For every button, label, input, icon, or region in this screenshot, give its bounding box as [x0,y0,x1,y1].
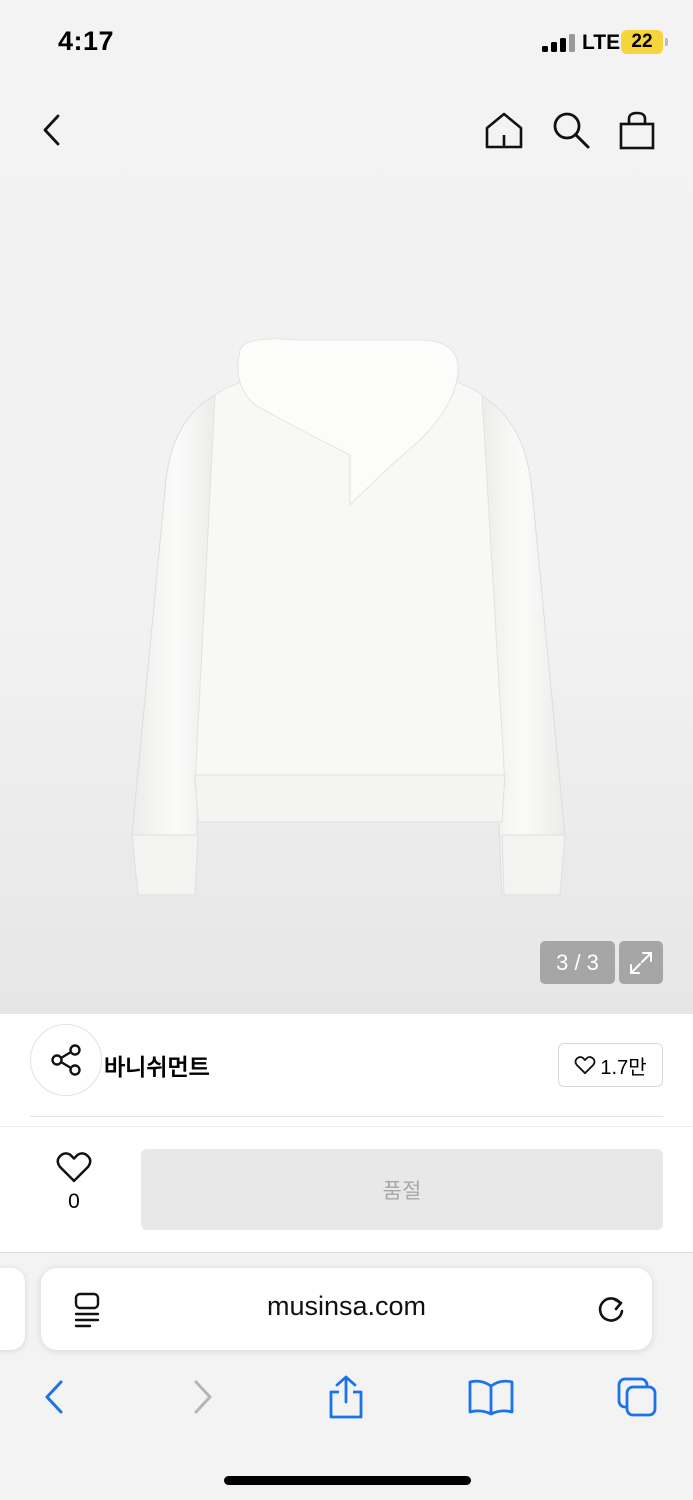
url-text[interactable]: musinsa.com [200,1291,493,1322]
search-icon [553,112,590,149]
browser-tabs-button[interactable] [612,1372,662,1422]
network-label: LTE [582,31,621,54]
expand-icon [630,951,652,974]
brand-like-count: 1.7만 [600,1056,647,1079]
shopping-bag-icon [619,111,655,150]
chevron-left-icon [43,114,60,146]
back-button[interactable] [30,108,74,152]
divider [30,1116,663,1117]
expand-button[interactable] [619,941,663,984]
tabs-icon [617,1377,657,1417]
battery-icon: 22 [621,30,668,54]
soldout-button[interactable]: 품절 [141,1149,663,1230]
browser-forward-button[interactable] [178,1372,228,1422]
share-upload-icon [329,1375,363,1419]
heart-icon [574,1056,596,1075]
status-time: 4:17 [58,26,115,56]
brand-like-button[interactable]: 1.7만 [558,1043,663,1087]
wish-count: 0 [68,1190,80,1213]
browser-bookmarks-button[interactable] [466,1372,516,1422]
book-icon [468,1379,514,1416]
status-bar: 4:17 LTE 22 [0,0,693,86]
share-button[interactable] [30,1024,102,1096]
browser-back-button[interactable] [29,1372,79,1422]
cart-button[interactable] [615,108,659,152]
share-icon [51,1044,81,1076]
battery-level: 22 [631,31,653,52]
chevron-right-icon [194,1380,212,1414]
browser-share-button[interactable] [321,1372,371,1422]
heart-icon [56,1152,92,1183]
product-image [131,338,566,896]
reader-icon[interactable] [72,1292,104,1328]
image-counter: 3 / 3 [540,941,615,984]
wishlist-button[interactable]: 0 [44,1150,104,1225]
divider [0,1126,693,1127]
chevron-left-icon [45,1380,63,1414]
home-indicator [224,1476,471,1485]
brand-name[interactable]: 바니쉬먼트 [104,1048,210,1082]
reload-icon[interactable] [594,1291,628,1327]
home-button[interactable] [482,108,526,152]
previous-tab-card[interactable] [0,1268,25,1350]
search-button[interactable] [549,108,593,152]
product-image-gallery[interactable]: 4:17 LTE 22 3 / 3 [0,0,693,1014]
home-icon [485,112,523,149]
signal-icon [542,34,576,52]
